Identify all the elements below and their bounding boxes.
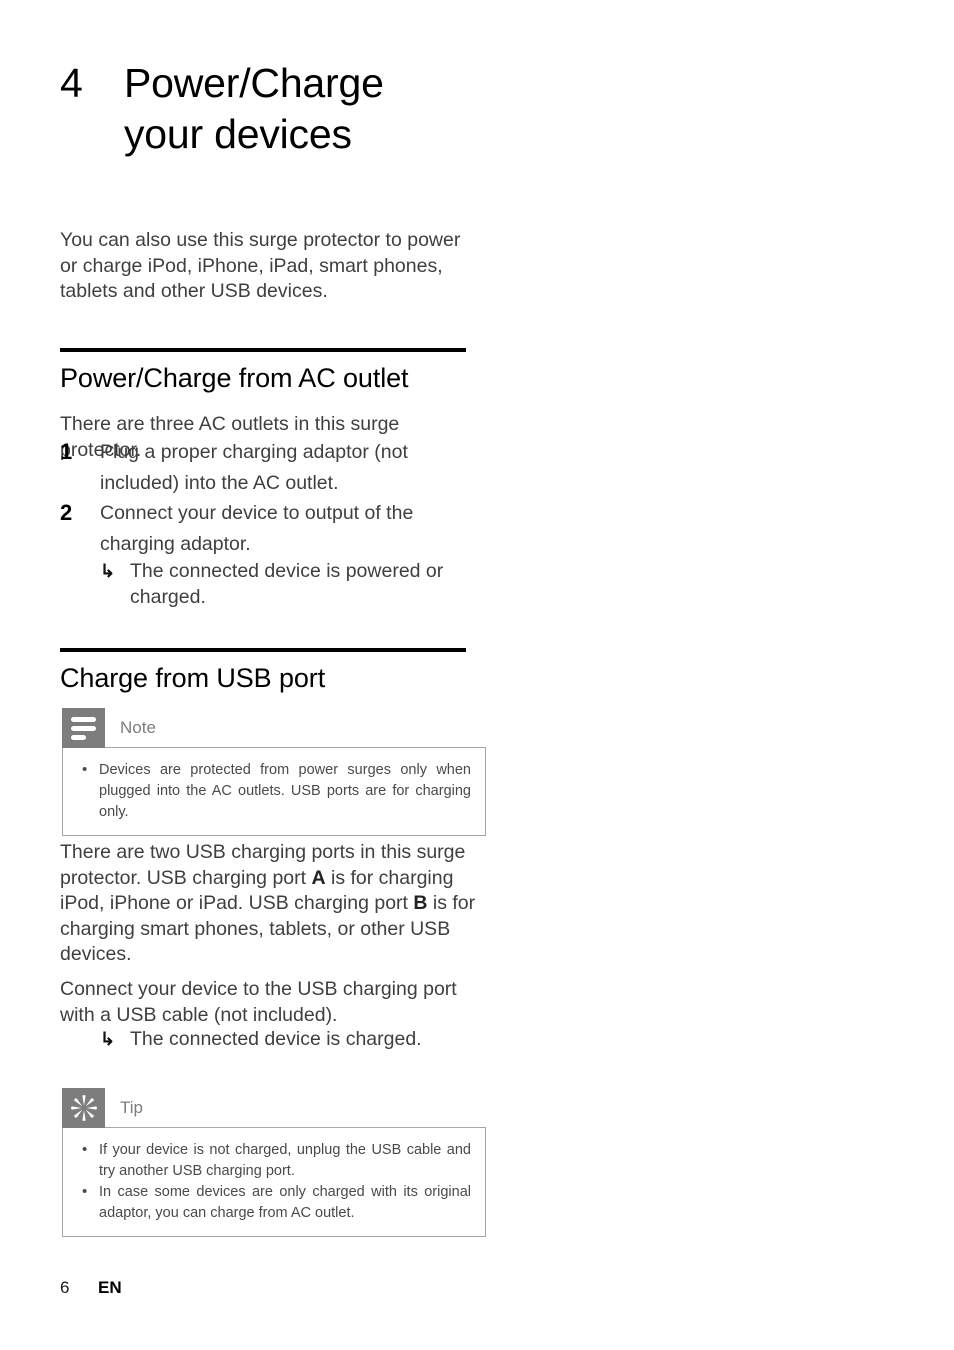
note-callout-body: Devices are protected from power surges … — [62, 747, 486, 836]
ac-outlet-steps: 1 Plug a proper charging adaptor (not in… — [60, 437, 490, 610]
note-bullet-list: Devices are protected from power surges … — [73, 759, 471, 823]
chapter-title-line-2: your devices — [124, 111, 352, 157]
note-callout-header: Note — [62, 708, 486, 748]
chapter-title-block: Power/Charge your devices — [124, 58, 384, 160]
step-text: Plug a proper charging adaptor (not incl… — [100, 441, 408, 494]
intro-paragraph: You can also use this surge protector to… — [60, 229, 461, 302]
note-lines-icon — [62, 708, 105, 748]
result-arrow-icon: ↳ — [100, 1029, 116, 1049]
note-callout: Note Devices are protected from power su… — [62, 708, 486, 836]
section-heading-usb-port: Charge from USB port — [60, 648, 470, 695]
note-label: Note — [120, 718, 156, 737]
step-result-text: The connected device is powered or charg… — [130, 560, 444, 608]
step-item: 2 Connect your device to output of the c… — [60, 498, 490, 559]
note-bullet-item: Devices are protected from power surges … — [73, 759, 471, 823]
usb-step-result: ↳ The connected device is charged. — [100, 1027, 470, 1053]
tip-bullet-list: If your device is not charged, unplug th… — [73, 1139, 471, 1224]
usb-connect-paragraph: Connect your device to the USB charging … — [60, 978, 457, 1026]
chapter-heading: 4 Power/Charge your devices — [60, 58, 530, 160]
document-page: 4 Power/Charge your devices You can also… — [0, 0, 954, 1350]
page-footer: 6 EN — [60, 1278, 122, 1298]
step-item: 1 Plug a proper charging adaptor (not in… — [60, 437, 490, 498]
result-arrow-icon: ↳ — [100, 561, 116, 581]
tip-bullet-item: If your device is not charged, unplug th… — [73, 1139, 471, 1182]
heading-rule — [60, 648, 466, 652]
heading-rule — [60, 348, 466, 352]
section-title-ac-outlet: Power/Charge from AC outlet — [60, 363, 409, 393]
tip-callout-header: Tip — [62, 1088, 486, 1128]
section-title-usb-port: Charge from USB port — [60, 663, 326, 693]
footer-page-number: 6 — [60, 1278, 70, 1297]
tip-callout: Tip If your device is not charged, unplu… — [62, 1088, 486, 1237]
usb-port-b-label: B — [413, 892, 428, 914]
chapter-number: 4 — [60, 60, 83, 106]
section-heading-ac-outlet: Power/Charge from AC outlet — [60, 348, 470, 395]
starburst-glyph — [70, 1095, 97, 1121]
usb-step-result-text: The connected device is charged. — [130, 1028, 422, 1050]
usb-ports-paragraph: There are two USB charging ports in this… — [60, 840, 480, 968]
step-number: 2 — [60, 500, 73, 525]
step-result: ↳ The connected device is powered or cha… — [100, 559, 490, 610]
step-text: Connect your device to output of the cha… — [100, 502, 414, 555]
tip-callout-body: If your device is not charged, unplug th… — [62, 1127, 486, 1237]
usb-port-a-label: A — [311, 866, 326, 889]
footer-language-code: EN — [98, 1278, 122, 1297]
tip-bullet-item: In case some devices are only charged wi… — [73, 1181, 471, 1224]
asterisk-starburst-icon — [62, 1088, 105, 1128]
tip-label: Tip — [120, 1098, 143, 1117]
chapter-title-line-1: Power/Charge — [124, 60, 384, 106]
step-number: 1 — [60, 439, 73, 464]
